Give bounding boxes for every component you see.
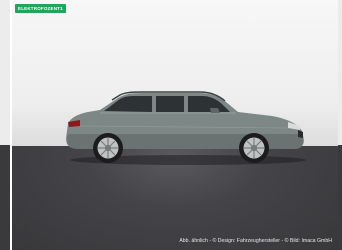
electric-badge: ELEKTROFOZENT1: [15, 4, 66, 13]
previous-slide-peek[interactable]: [0, 0, 10, 250]
car-image: [66, 91, 306, 165]
next-slide-peek[interactable]: [338, 0, 342, 250]
gallery-slide[interactable]: ELEKTROFOZENT1 Abb. ähnlich - © Design: …: [12, 0, 338, 250]
image-copyright-caption: Abb. ähnlich - © Design: Fahrzeugherstel…: [179, 238, 332, 244]
image-gallery: ELEKTROFOZENT1 Abb. ähnlich - © Design: …: [0, 0, 342, 250]
